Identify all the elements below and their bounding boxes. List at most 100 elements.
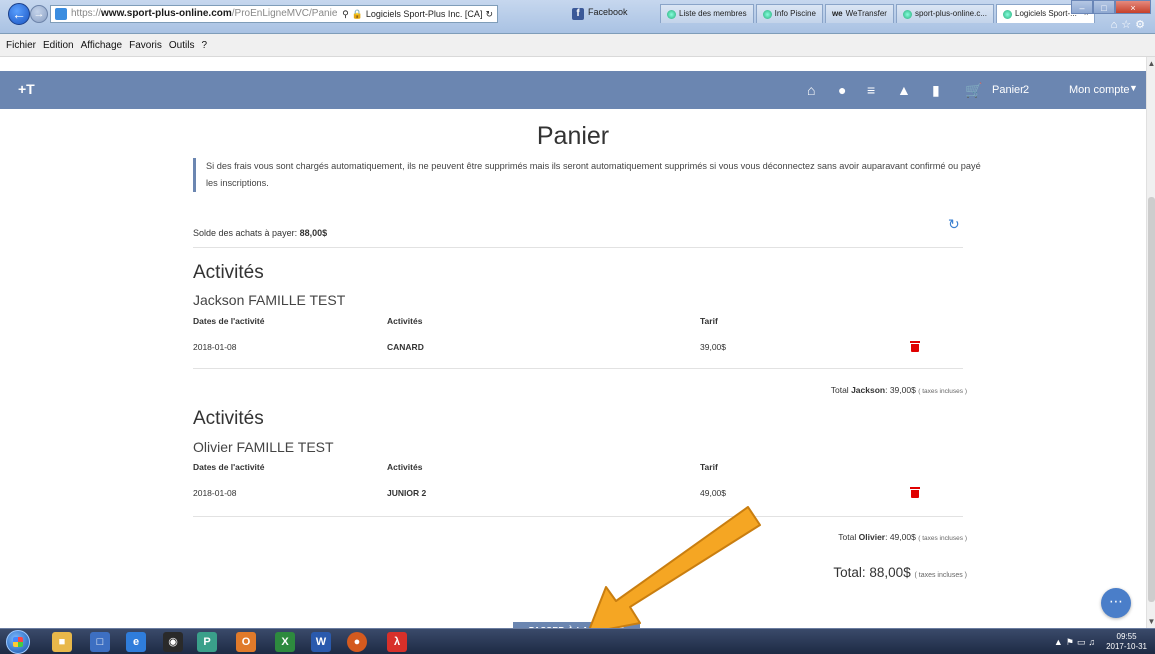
column-header-activites: Activités [387, 316, 423, 326]
tab-label: Logiciels Sport-... [1015, 9, 1077, 18]
url-protocol: https:// [71, 8, 102, 19]
ie-icon [667, 9, 676, 19]
scroll-down-icon[interactable]: ▼ [1147, 617, 1155, 626]
location-pin-icon[interactable]: ● [838, 82, 846, 98]
url-host: www.sport-plus-online.com [101, 8, 232, 19]
tax-note: ( taxes incluses ) [914, 572, 967, 579]
cart-count-badge: 2 [1023, 84, 1030, 96]
list-icon[interactable]: ≡ [867, 82, 875, 98]
eye-icon[interactable]: ◉ [163, 632, 183, 652]
back-arrow-icon[interactable]: ← [8, 3, 30, 25]
tab-label: sport-plus-online.c... [914, 9, 987, 18]
annotation-arrow [587, 506, 761, 634]
home-icon[interactable]: ⌂ [807, 82, 815, 98]
tab-label: Info Piscine [774, 9, 816, 18]
thumbs-up-icon[interactable]: ▲ [897, 82, 911, 98]
tab-sport-plus-online[interactable]: sport-plus-online.c... [895, 4, 994, 23]
home-icon[interactable]: ⌂ [1111, 19, 1122, 31]
fees-notice: Si des frais vous sont chargés automatiq… [193, 158, 983, 192]
tab-wetransfer[interactable]: we WeTransfer [824, 4, 894, 23]
section-title-activites: Activités [193, 408, 264, 429]
forward-arrow-icon[interactable]: → [30, 5, 48, 23]
subtotal-value: : 39,00$ [885, 385, 916, 395]
scroll-thumb[interactable] [1148, 197, 1155, 602]
firefox-icon[interactable]: ● [347, 632, 367, 652]
activity-name: CANARD [387, 342, 424, 352]
balance-line: Solde des achats à payer: 88,00$ [193, 228, 327, 238]
balance-value: 88,00$ [299, 228, 328, 238]
column-header-tarif: Tarif [700, 462, 718, 472]
ie-icon [762, 9, 772, 19]
browser-tools: ⌂☆⚙ [1111, 18, 1149, 31]
windows-taskbar: ■ □ e ◉ P O X W ● λ ▲⚑▭♫ 09:55 2017-10-31 [0, 628, 1155, 654]
refresh-icon[interactable]: ↻ [485, 6, 493, 22]
menu-affichage[interactable]: Affichage [81, 40, 123, 51]
page-title: Panier [536, 122, 610, 150]
divider [193, 247, 963, 248]
site-favicon-icon [55, 8, 67, 20]
tab-liste-membres[interactable]: Liste des membres [660, 4, 754, 23]
section-title-activites: Activités [193, 262, 264, 283]
tray-icons[interactable]: ▲⚑▭♫ [1054, 637, 1098, 648]
folder-icon[interactable]: ■ [52, 632, 72, 652]
tax-note: ( taxes incluses ) [918, 388, 967, 395]
menu-favoris[interactable]: Favoris [129, 40, 162, 51]
acrobat-icon[interactable]: λ [387, 632, 407, 652]
menu-fichier[interactable]: Fichier [6, 40, 36, 51]
internet-explorer-icon[interactable]: e [126, 632, 146, 652]
trash-icon[interactable] [910, 487, 920, 498]
participant-name: Olivier FAMILLE TEST [193, 439, 334, 455]
refresh-icon[interactable]: ↻ [948, 216, 960, 233]
lock-icon[interactable]: 🔒 [352, 6, 363, 22]
scroll-up-icon[interactable]: ▲ [1147, 59, 1155, 68]
excel-icon[interactable]: X [275, 632, 295, 652]
tab-info-piscine[interactable]: Info Piscine [755, 4, 823, 23]
app-header: +T ⌂ ● ≡ ▲ ▮ 🛒 Panier 2 Mon compte ▼ [0, 71, 1146, 109]
cart-link[interactable]: Panier [992, 84, 1024, 96]
subtotal-name: Olivier [858, 532, 886, 542]
cart-icon[interactable]: 🛒 [965, 82, 982, 98]
wetransfer-icon: we [831, 9, 843, 18]
divider [193, 368, 963, 369]
account-menu[interactable]: Mon compte [1069, 84, 1130, 96]
ie-icon [1003, 9, 1012, 19]
participant-name: Jackson FAMILLE TEST [193, 292, 346, 308]
column-header-activites: Activités [387, 462, 423, 472]
clock[interactable]: 09:55 2017-10-31 [1106, 632, 1147, 652]
address-security-area[interactable]: ⚲ 🔒 Logiciels Sport-Plus Inc. [CA] ↻ [338, 6, 497, 22]
menu-edition[interactable]: Edition [43, 40, 74, 51]
activity-name: JUNIOR 2 [387, 488, 427, 498]
facebook-icon[interactable]: f [572, 8, 584, 20]
gear-icon[interactable]: ⚙ [1135, 19, 1149, 31]
close-window-icon[interactable]: × [1115, 0, 1151, 14]
card-icon[interactable]: ▮ [932, 82, 940, 98]
tab-label: WeTransfer [845, 9, 887, 18]
maximize-icon[interactable]: □ [1093, 0, 1115, 14]
subtotal-olivier: Total Olivier: 49,00$ ( taxes incluses ) [838, 532, 967, 542]
word-icon[interactable]: W [311, 632, 331, 652]
app-icon[interactable]: □ [90, 632, 110, 652]
menu-outils[interactable]: Outils [169, 40, 195, 51]
grand-total: Total: 88,00$ ( taxes incluses ) [833, 565, 967, 580]
menu-help[interactable]: ? [201, 40, 207, 51]
page-scrollbar[interactable]: ▲ ▼ [1146, 57, 1155, 628]
tab-strip: Liste des membres Info Piscine we WeTrans… [660, 4, 1096, 24]
start-button[interactable] [6, 630, 30, 654]
search-icon[interactable]: ⚲ [342, 6, 349, 22]
caret-down-icon[interactable]: ▼ [1129, 83, 1138, 93]
minimize-icon[interactable]: – [1071, 0, 1093, 14]
activity-price: 39,00$ [700, 342, 726, 352]
trash-icon[interactable] [910, 341, 920, 352]
system-tray: ▲⚑▭♫ 09:55 2017-10-31 [1035, 629, 1155, 654]
subtotal-name: Jackson [851, 385, 886, 395]
address-bar[interactable]: https://www.sport-plus-online.com/ProEnL… [50, 5, 498, 23]
chat-icon[interactable]: ⋯ [1101, 588, 1131, 618]
publisher-icon[interactable]: P [197, 632, 217, 652]
browser-chrome: ← → https://www.sport-plus-online.com/Pr… [0, 0, 1155, 34]
grand-total-label: Total: 88,00$ [833, 565, 911, 580]
star-icon[interactable]: ☆ [1121, 19, 1135, 31]
site-logo[interactable]: +T [18, 81, 35, 97]
outlook-icon[interactable]: O [236, 632, 256, 652]
tab-label: Liste des membres [679, 9, 747, 18]
favorite-facebook[interactable]: Facebook [588, 7, 628, 17]
